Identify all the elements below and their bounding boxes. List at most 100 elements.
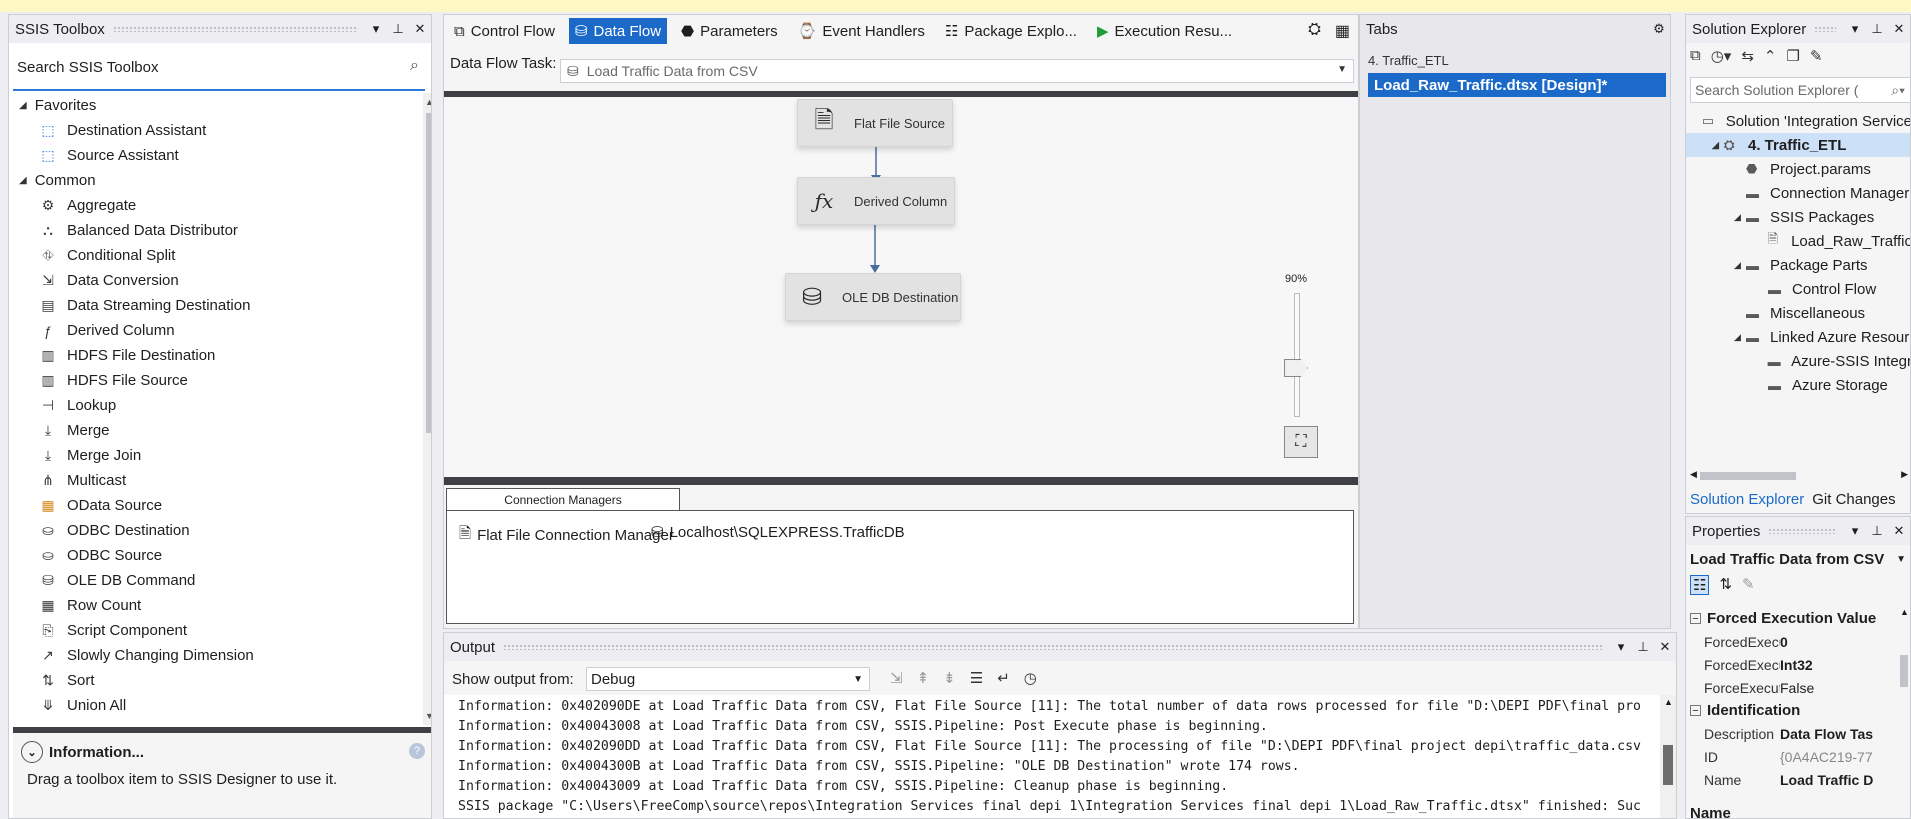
tree-item[interactable]: ▬ Connection Manager xyxy=(1686,181,1910,205)
toolbox-group-favorites[interactable]: ◢ Favorites xyxy=(13,93,419,118)
close-icon[interactable]: ✕ xyxy=(1888,21,1910,37)
chevron-down-icon[interactable]: ▾ xyxy=(1610,639,1632,655)
collapse-all-icon[interactable]: ⌃ xyxy=(1764,47,1777,65)
toolbox-item[interactable]: ↗ Slowly Changing Dimension xyxy=(13,643,419,668)
property-value[interactable]: 0 xyxy=(1780,634,1896,650)
connection-managers-tab[interactable]: Connection Managers xyxy=(446,488,680,510)
toolbox-item[interactable]: ⋔ Multicast xyxy=(13,468,419,493)
properties-object-select[interactable]: Load Traffic Data from CSV ▼ xyxy=(1690,547,1908,571)
grip[interactable] xyxy=(503,644,1602,650)
collapse-icon[interactable]: − xyxy=(1690,613,1701,625)
chevron-down-icon[interactable]: ▼ xyxy=(853,674,863,685)
tab-event-handlers[interactable]: ⌚ Event Handlers xyxy=(792,18,931,44)
toolbox-item[interactable]: ⬚ Destination Assistant xyxy=(13,118,419,143)
scroll-thumb[interactable] xyxy=(1900,655,1908,687)
toolbox-item[interactable]: ⬚ Source Assistant xyxy=(13,143,419,168)
property-row[interactable]: ForcedExecu 0 xyxy=(1686,630,1896,653)
solution-hscrollbar[interactable]: ◀ ▶ xyxy=(1690,469,1908,483)
word-wrap-icon[interactable]: ↵ xyxy=(997,669,1010,687)
toolbox-item[interactable]: ⇲ Data Conversion xyxy=(13,268,419,293)
toolbox-item[interactable]: ⎘ Script Component xyxy=(13,618,419,643)
tree-item[interactable]: ◢ ▬ Package Parts xyxy=(1686,253,1910,277)
search-icon[interactable]: ⌕ xyxy=(410,57,419,75)
tree-item[interactable]: ◢ ▬ SSIS Packages xyxy=(1686,205,1910,229)
scroll-thumb[interactable] xyxy=(1663,745,1673,785)
variables-icon[interactable]: ▦ xyxy=(1335,21,1350,41)
grip[interactable] xyxy=(1768,528,1836,534)
property-row[interactable]: Description Data Flow Tas xyxy=(1686,722,1896,745)
previous-message-icon[interactable]: ⇞ xyxy=(917,669,930,687)
pin-icon[interactable]: ⊥ xyxy=(387,21,409,37)
toolbox-item[interactable]: ▤ Data Streaming Destination xyxy=(13,293,419,318)
toolbox-search-input[interactable]: Search SSIS Toolbox ⌕ xyxy=(13,45,425,91)
toolbox-item[interactable]: ⇅ Sort xyxy=(13,668,419,693)
property-row[interactable]: ForcedExecu Int32 xyxy=(1686,653,1896,676)
toolbox-item[interactable]: ▦ Row Count xyxy=(13,593,419,618)
gear-icon[interactable]: ⚙ xyxy=(1648,21,1670,37)
chevron-down-icon[interactable]: ▼ xyxy=(1337,64,1347,75)
search-icon[interactable]: ⌕▾ xyxy=(1891,82,1905,99)
toolbox-item[interactable]: ƒ Derived Column xyxy=(13,318,419,343)
toolbox-item[interactable]: ⛁ OLE DB Command xyxy=(13,568,419,593)
tree-item[interactable]: ▬ Azure Storage xyxy=(1686,373,1910,397)
property-row[interactable]: ForceExecuti False xyxy=(1686,676,1896,699)
toolbox-toggle-icon[interactable]: ⛭ xyxy=(1308,21,1321,41)
connection-manager-item[interactable]: 🗎 Flat File Connection Manager xyxy=(459,523,674,548)
tab-execution-results[interactable]: ▶ Execution Resu... xyxy=(1091,18,1238,44)
close-icon[interactable]: ✕ xyxy=(1888,523,1910,539)
pin-icon[interactable]: ⊥ xyxy=(1632,639,1654,655)
property-value[interactable]: Load Traffic D xyxy=(1780,772,1896,788)
toolbox-item[interactable]: ▦ OData Source xyxy=(13,493,419,518)
flat-file-source-node[interactable]: 🗎 Flat File Source xyxy=(797,99,953,147)
toolbox-item[interactable]: ⛬ Balanced Data Distributor xyxy=(13,218,419,243)
expand-triangle-icon[interactable]: ◢ xyxy=(1734,212,1746,223)
tree-item[interactable]: ▬ Miscellaneous xyxy=(1686,301,1910,325)
tree-item[interactable]: ◢ ▬ Linked Azure Resour xyxy=(1686,325,1910,349)
tree-item[interactable]: ▭ Solution 'Integration Service xyxy=(1686,109,1910,133)
property-value[interactable]: Data Flow Tas xyxy=(1780,726,1896,742)
scroll-up-icon[interactable]: ▲ xyxy=(1664,697,1673,707)
expand-triangle-icon[interactable]: ◢ xyxy=(1734,260,1746,271)
open-document-tab[interactable]: Load_Raw_Traffic.dtsx [Design]* xyxy=(1368,73,1666,97)
output-source-select[interactable]: Debug ▼ xyxy=(586,667,870,691)
scroll-up-icon[interactable]: ▲ xyxy=(425,97,431,107)
chevron-down-icon[interactable]: ▾ xyxy=(365,21,387,37)
zoom-to-fit-button[interactable]: ⛶ xyxy=(1284,426,1318,458)
expand-triangle-icon[interactable]: ◢ xyxy=(19,100,27,111)
sync-icon[interactable]: ⇆ xyxy=(1741,47,1754,65)
output-text[interactable]: Information: 0x402090DE at Load Traffic … xyxy=(444,695,1660,818)
clear-all-icon[interactable]: ☰ xyxy=(970,669,983,687)
toolbox-item[interactable]: ⚙ Aggregate xyxy=(13,193,419,218)
toolbox-item[interactable]: ⤓ Merge Join xyxy=(13,443,419,468)
properties-icon[interactable]: ✎ xyxy=(1810,47,1823,65)
property-row[interactable]: ID {0A4AC219-77 xyxy=(1686,745,1896,768)
scroll-down-icon[interactable]: ▼ xyxy=(425,711,431,721)
show-all-files-icon[interactable]: ❐ xyxy=(1787,47,1800,65)
scroll-thumb[interactable] xyxy=(1700,472,1796,480)
grip[interactable] xyxy=(1814,26,1836,32)
tree-item[interactable]: ◢ ⛭ 4. Traffic_ETL xyxy=(1686,133,1910,157)
property-value[interactable]: False xyxy=(1780,680,1896,696)
chevron-down-icon[interactable]: ▾ xyxy=(1844,21,1866,37)
expand-triangle-icon[interactable]: ◢ xyxy=(19,175,27,186)
property-category[interactable]: − Forced Execution Value xyxy=(1686,607,1896,630)
info-header[interactable]: ⌄ Information... xyxy=(21,741,144,763)
collapse-icon[interactable]: ⌄ xyxy=(21,741,43,763)
grip[interactable] xyxy=(112,26,357,32)
chevron-down-icon[interactable]: ▾ xyxy=(1844,523,1866,539)
close-icon[interactable]: ✕ xyxy=(409,21,431,37)
property-pages-icon[interactable]: ✎ xyxy=(1742,575,1755,595)
toolbox-item[interactable]: ⛀ ODBC Source xyxy=(13,543,419,568)
pin-icon[interactable]: ⊥ xyxy=(1866,523,1888,539)
expand-triangle-icon[interactable]: ◢ xyxy=(1734,332,1746,343)
history-icon[interactable]: ◷▾ xyxy=(1711,47,1732,65)
tab-control-flow[interactable]: ⧉ Control Flow xyxy=(448,18,561,44)
toolbox-scrollbar[interactable]: ▲ ▼ xyxy=(423,93,431,725)
switch-views-icon[interactable]: ⧉ xyxy=(1690,47,1701,65)
tree-item[interactable]: 🗎 Load_Raw_Traffic xyxy=(1686,229,1910,253)
toolbox-item[interactable]: ⤋ Union All xyxy=(13,693,419,718)
tree-item[interactable]: ⬣ Project.params xyxy=(1686,157,1910,181)
pin-icon[interactable]: ⊥ xyxy=(1866,21,1888,37)
property-value[interactable]: {0A4AC219-77 xyxy=(1780,749,1896,765)
scroll-up-icon[interactable]: ▲ xyxy=(1900,607,1909,617)
